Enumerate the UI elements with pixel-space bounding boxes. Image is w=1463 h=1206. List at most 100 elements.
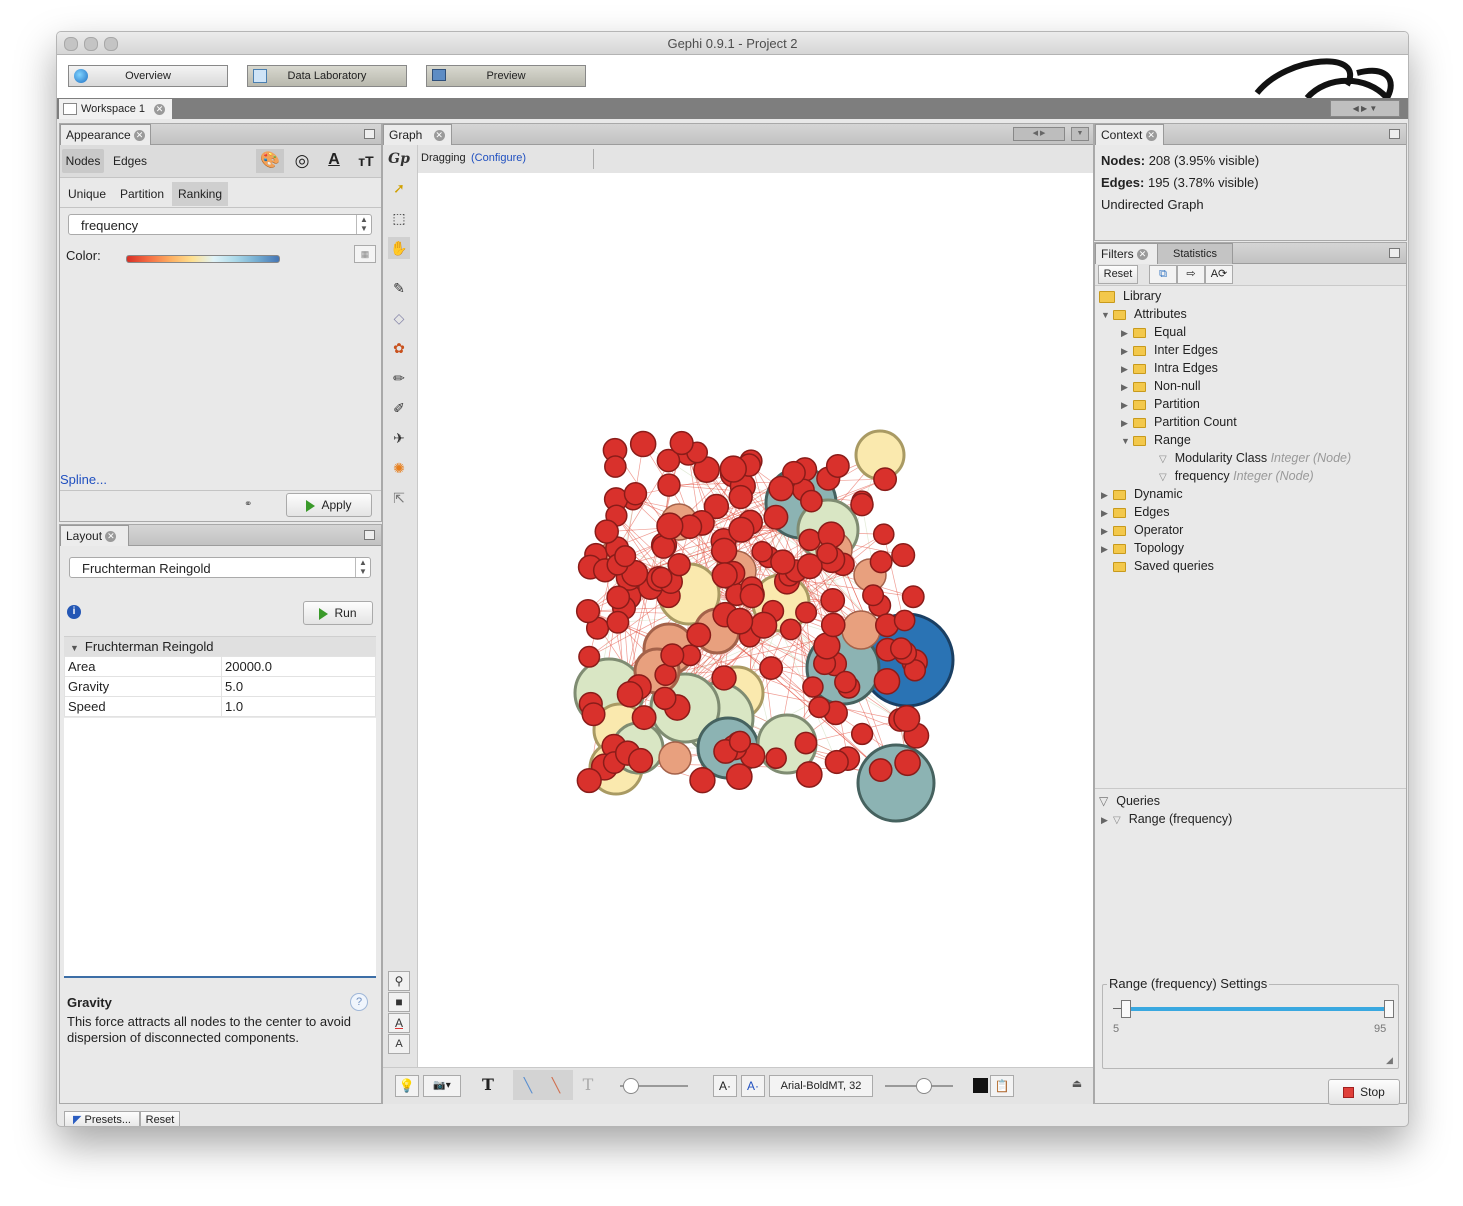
zoom-icon[interactable]: ⚲ xyxy=(388,971,410,991)
graph-node[interactable] xyxy=(808,696,831,719)
queries-root[interactable]: ▽ Queries xyxy=(1099,792,1160,810)
graph-node[interactable] xyxy=(594,519,619,544)
tree-item[interactable]: ▶ Dynamic xyxy=(1101,485,1183,503)
ranking-attribute-select[interactable]: frequency ▲ ▼ xyxy=(68,214,372,235)
pencil-icon[interactable]: ✏ xyxy=(388,367,410,389)
graph-node[interactable] xyxy=(581,702,606,727)
workspace-tab[interactable]: Workspace 1 ✕ xyxy=(59,99,172,119)
tab-layout[interactable]: Layout ✕ xyxy=(60,525,129,546)
range-slider-track[interactable] xyxy=(1125,1007,1387,1011)
preview-button[interactable]: Preview xyxy=(426,65,586,87)
font-increase-icon[interactable]: A· xyxy=(741,1075,765,1097)
select-filter-icon[interactable]: ⧉ xyxy=(1149,265,1177,284)
subtab-partition[interactable]: Partition xyxy=(116,182,168,206)
graph-node[interactable] xyxy=(711,665,737,691)
palette-icon[interactable]: 🎨 xyxy=(256,149,284,173)
configure-link[interactable]: (Configure) xyxy=(471,152,526,164)
graph-node[interactable] xyxy=(825,454,850,478)
label-scale-knob[interactable] xyxy=(916,1078,932,1094)
tab-appearance[interactable]: Appearance ✕ xyxy=(60,124,151,145)
properties-section-header[interactable]: ▼ Fruchterman Reingold xyxy=(64,636,376,657)
expand-icon[interactable]: ⏏ xyxy=(1069,1077,1085,1093)
graph-node[interactable] xyxy=(616,681,644,708)
background-color-icon[interactable]: ■ xyxy=(388,992,410,1012)
graph-node[interactable] xyxy=(686,622,712,648)
tree-item-attributes[interactable]: ▼ Attributes xyxy=(1101,305,1187,323)
tab-statistics[interactable]: Statistics xyxy=(1157,243,1233,265)
graph-node[interactable] xyxy=(689,767,716,794)
graph-node[interactable] xyxy=(891,543,916,568)
graph-node[interactable] xyxy=(893,609,916,632)
label-color-swatch[interactable] xyxy=(973,1078,988,1093)
tree-item[interactable]: ▶ Partition Count xyxy=(1121,413,1237,431)
minimize-icon[interactable] xyxy=(1389,248,1400,258)
tab-nav-icon[interactable]: ◀ ▶ xyxy=(1013,127,1065,141)
property-value[interactable]: 1.0 xyxy=(221,696,376,717)
edge-pencil-icon[interactable]: ✐ xyxy=(388,397,410,419)
property-value[interactable]: 5.0 xyxy=(221,676,376,697)
graph-node[interactable] xyxy=(667,552,691,577)
close-tab-icon[interactable]: ✕ xyxy=(1137,249,1149,261)
graph-node[interactable] xyxy=(795,601,818,624)
tab-context[interactable]: Context ✕ xyxy=(1095,124,1164,145)
close-tab-icon[interactable]: ✕ xyxy=(105,531,117,543)
edge-label-icon[interactable]: T xyxy=(578,1075,598,1095)
font-decrease-icon[interactable]: A· xyxy=(713,1075,737,1097)
graph-node[interactable] xyxy=(711,562,738,589)
graph-node[interactable] xyxy=(873,467,898,492)
graph-node[interactable] xyxy=(820,587,846,613)
graph-node[interactable] xyxy=(841,610,881,650)
graph-node[interactable] xyxy=(759,656,784,680)
brush-icon[interactable]: ✎ xyxy=(388,277,410,299)
graph-node[interactable] xyxy=(779,618,802,641)
label-size-icon[interactable]: A xyxy=(388,1034,410,1054)
property-value[interactable]: 20000.0 xyxy=(221,656,376,677)
tree-item[interactable]: ▶ Partition xyxy=(1121,395,1200,413)
palette-grid-icon[interactable]: ▦ xyxy=(354,245,376,263)
graph-node[interactable] xyxy=(575,598,601,624)
close-tab-icon[interactable]: ✕ xyxy=(433,130,445,142)
graph-node[interactable] xyxy=(656,512,684,540)
help-icon[interactable]: ? xyxy=(350,993,368,1011)
graph-node[interactable] xyxy=(606,610,630,634)
graph-node[interactable] xyxy=(770,549,796,575)
graph-node[interactable] xyxy=(653,686,677,710)
tree-item[interactable]: ▶ Operator xyxy=(1101,521,1183,539)
workspace-nav-icon[interactable]: ◀ ▶ ▼ xyxy=(1330,100,1400,117)
info-icon[interactable]: i xyxy=(67,605,81,619)
run-button[interactable]: Run xyxy=(303,601,373,625)
graph-node[interactable] xyxy=(795,761,823,788)
color-picker-icon[interactable]: ✿ xyxy=(388,337,410,359)
overview-button[interactable]: Overview xyxy=(68,65,228,87)
tree-item[interactable]: ▶ Topology xyxy=(1101,539,1184,557)
graph-node[interactable] xyxy=(765,747,787,770)
graph-node[interactable] xyxy=(654,663,677,687)
graph-node[interactable] xyxy=(894,749,921,777)
graph-node[interactable] xyxy=(578,645,601,668)
graph-node[interactable] xyxy=(798,528,821,552)
show-edges-icon[interactable]: ╲ xyxy=(518,1075,538,1095)
close-tab-icon[interactable]: ✕ xyxy=(154,103,166,115)
graph-node[interactable] xyxy=(834,670,857,694)
resize-grip-icon[interactable]: ◢ xyxy=(1386,1055,1393,1066)
graph-node[interactable] xyxy=(728,516,755,543)
subtab-ranking[interactable]: Ranking xyxy=(172,182,228,206)
graph-node[interactable] xyxy=(816,542,839,565)
tree-item[interactable]: ▶ Edges xyxy=(1101,503,1169,521)
graph-node[interactable] xyxy=(669,430,694,456)
close-tab-icon[interactable]: ✕ xyxy=(1145,130,1157,142)
graph-node[interactable] xyxy=(800,489,823,513)
minimize-icon[interactable] xyxy=(1389,129,1400,139)
graph-node[interactable] xyxy=(650,566,673,589)
filters-reset-button[interactable]: Reset xyxy=(1098,265,1138,284)
link-icon[interactable]: ⚭ xyxy=(244,499,252,510)
graph-node[interactable] xyxy=(869,550,893,574)
tab-nodes[interactable]: Nodes xyxy=(62,149,104,173)
close-tab-icon[interactable]: ✕ xyxy=(134,130,146,142)
query-item[interactable]: ▶ ▽ Range (frequency) xyxy=(1101,810,1232,828)
layout-algorithm-select[interactable]: Fruchterman Reingold ▲ ▼ xyxy=(69,557,371,578)
screenshot-icon[interactable]: 📷▾ xyxy=(423,1075,461,1097)
graph-node[interactable] xyxy=(614,545,637,568)
graph-node[interactable] xyxy=(901,585,925,609)
tab-edges[interactable]: Edges xyxy=(110,149,150,173)
